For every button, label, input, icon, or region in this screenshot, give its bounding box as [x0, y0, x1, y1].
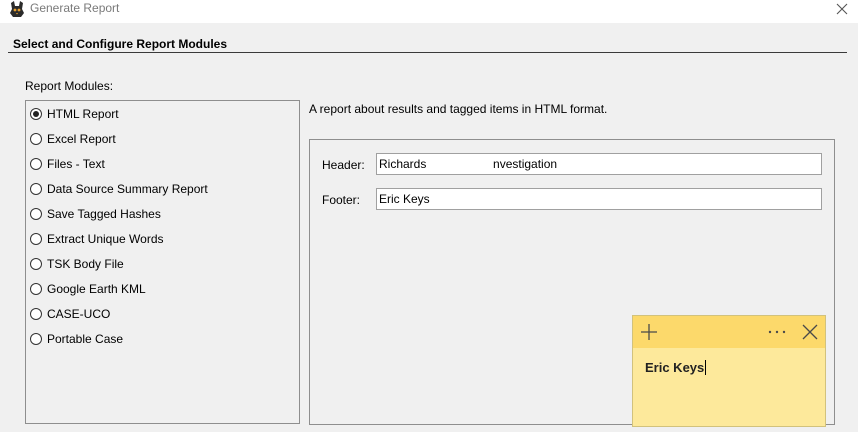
report-module-label: Portable Case: [47, 332, 124, 346]
report-module-label: Google Earth KML: [47, 282, 146, 296]
text-caret: [705, 360, 707, 375]
close-icon: [836, 3, 848, 15]
radio-button[interactable]: [30, 308, 42, 320]
window-title: Generate Report: [30, 1, 120, 15]
close-icon[interactable]: [801, 323, 819, 341]
sticky-note-text[interactable]: Eric Keys: [645, 360, 707, 375]
report-module-label: Data Source Summary Report: [47, 182, 208, 196]
report-module-label: CASE-UCO: [47, 307, 111, 321]
report-module-option[interactable]: Save Tagged Hashes: [30, 204, 161, 224]
radio-button[interactable]: [30, 258, 42, 270]
report-module-option[interactable]: Google Earth KML: [30, 279, 146, 299]
footer-label: Footer:: [322, 193, 361, 207]
section-divider: [8, 52, 847, 53]
report-module-option[interactable]: Data Source Summary Report: [30, 179, 208, 199]
sticky-note[interactable]: Eric Keys: [632, 315, 826, 427]
report-module-option[interactable]: Portable Case: [30, 329, 123, 349]
report-module-label: Extract Unique Words: [47, 232, 164, 246]
report-module-option[interactable]: TSK Body File: [30, 254, 124, 274]
report-module-label: TSK Body File: [47, 257, 124, 271]
sticky-note-header[interactable]: [633, 316, 825, 348]
radio-button[interactable]: [30, 333, 42, 345]
header-label: Header:: [322, 158, 365, 172]
report-module-label: Files - Text: [47, 157, 105, 171]
radio-button[interactable]: [30, 108, 42, 120]
plus-icon[interactable]: [640, 323, 658, 341]
radio-button[interactable]: [30, 283, 42, 295]
report-module-option[interactable]: Extract Unique Words: [30, 229, 164, 249]
report-module-option[interactable]: Excel Report: [30, 129, 116, 149]
radio-button[interactable]: [30, 183, 42, 195]
window-close-button[interactable]: [826, 0, 858, 18]
more-icon[interactable]: [767, 324, 787, 340]
report-modules-list: HTML Report Excel Report Files - Text Data …: [25, 100, 300, 424]
footer-input[interactable]: [376, 188, 822, 210]
section-heading: Select and Configure Report Modules: [13, 37, 228, 51]
title-bar: Generate Report: [0, 0, 858, 23]
module-description: A report about results and tagged items …: [309, 102, 608, 116]
report-module-option[interactable]: HTML Report: [30, 104, 119, 124]
report-module-label: Excel Report: [47, 132, 116, 146]
radio-button[interactable]: [30, 158, 42, 170]
radio-button[interactable]: [30, 133, 42, 145]
report-module-label: HTML Report: [47, 107, 119, 121]
dialog-client-area: Select and Configure Report Modules Repo…: [0, 23, 858, 432]
header-input[interactable]: [376, 153, 822, 175]
report-module-label: Save Tagged Hashes: [47, 207, 161, 221]
radio-button[interactable]: [30, 233, 42, 245]
report-module-option[interactable]: CASE-UCO: [30, 304, 110, 324]
report-modules-label: Report Modules:: [25, 79, 114, 93]
radio-button[interactable]: [30, 208, 42, 220]
sticky-note-content: Eric Keys: [645, 360, 705, 375]
report-module-option[interactable]: Files - Text: [30, 154, 105, 174]
autopsy-dog-icon: [10, 1, 24, 17]
